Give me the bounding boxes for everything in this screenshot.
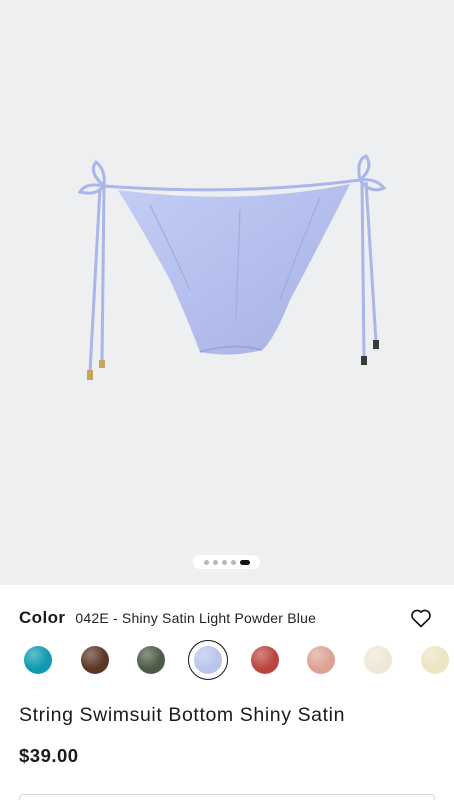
- selected-color-value: 042E - Shiny Satin Light Powder Blue: [75, 610, 317, 626]
- size-selector[interactable]: [19, 794, 435, 800]
- product-image: [77, 154, 387, 380]
- color-swatch-list: [0, 640, 454, 682]
- pagination-dot[interactable]: [221, 559, 227, 565]
- color-swatch-light-powder-blue[interactable]: [194, 646, 222, 674]
- color-swatch-olive[interactable]: [137, 646, 165, 674]
- product-title: String Swimsuit Bottom Shiny Satin: [19, 704, 346, 726]
- wishlist-button[interactable]: [409, 606, 433, 630]
- color-selection-header: Color 042E - Shiny Satin Light Powder Bl…: [19, 606, 435, 630]
- color-swatch-brown[interactable]: [81, 646, 109, 674]
- product-image-gallery[interactable]: [0, 0, 454, 585]
- color-swatch-teal[interactable]: [24, 646, 52, 674]
- color-swatch-red[interactable]: [251, 646, 279, 674]
- pagination-dot-active[interactable]: [239, 559, 250, 565]
- pagination-dot[interactable]: [203, 559, 209, 565]
- heart-outline-icon: [411, 609, 431, 628]
- color-swatch-pink[interactable]: [307, 646, 335, 674]
- color-swatch-cream[interactable]: [364, 646, 392, 674]
- pagination-dot[interactable]: [230, 559, 236, 565]
- image-pagination[interactable]: [193, 555, 260, 569]
- pagination-dot[interactable]: [212, 559, 218, 565]
- color-swatch-ivory[interactable]: [421, 646, 449, 674]
- product-price: $39.00: [19, 745, 79, 766]
- color-label: Color: [19, 608, 66, 627]
